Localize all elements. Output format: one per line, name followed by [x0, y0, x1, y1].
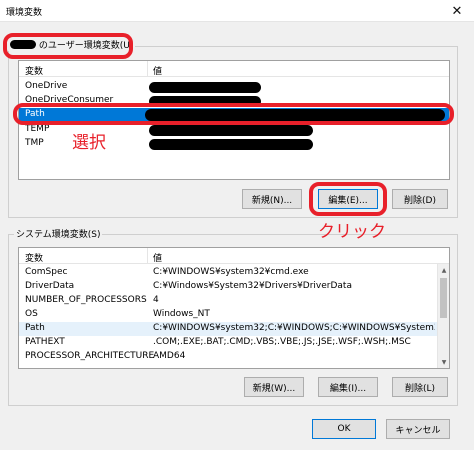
system-variables-label: システム環境変数(S): [14, 227, 103, 240]
redacted-value: [149, 82, 261, 93]
title-bar: 環境変数 ✕: [0, 0, 474, 22]
column-value[interactable]: 値: [153, 64, 162, 77]
redacted-value: [149, 125, 313, 136]
highlight-edit-button: [309, 182, 387, 216]
user-delete-button[interactable]: 削除(D): [392, 189, 448, 209]
redacted-value: [149, 139, 313, 150]
annotation-click: クリック: [318, 222, 386, 242]
ok-button[interactable]: OK: [312, 419, 376, 439]
system-row-os[interactable]: OS Windows_NT: [19, 308, 449, 322]
system-delete-button[interactable]: 削除(L): [392, 377, 448, 397]
user-new-button[interactable]: 新規(N)...: [242, 189, 302, 209]
close-icon: ✕: [451, 3, 463, 19]
system-variables-list[interactable]: 変数 値 ComSpec C:¥WINDOWS¥system32¥cmd.exe…: [18, 247, 450, 369]
column-value[interactable]: 値: [153, 251, 162, 264]
system-row-number-of-processors[interactable]: NUMBER_OF_PROCESSORS 4: [19, 294, 449, 308]
cancel-button[interactable]: キャンセル: [386, 419, 450, 439]
scroll-up-arrow-icon[interactable]: ▲: [438, 264, 449, 276]
system-row-processor-architecture[interactable]: PROCESSOR_ARCHITECTURE AMD64: [19, 350, 449, 364]
column-divider[interactable]: [147, 61, 148, 77]
system-row-driverdata[interactable]: DriverData C:¥Windows¥System32¥Drivers¥D…: [19, 280, 449, 294]
window-title: 環境変数: [6, 8, 43, 18]
user-row-onedrive[interactable]: OneDrive: [19, 80, 449, 94]
column-variable[interactable]: 変数: [25, 251, 43, 264]
close-button[interactable]: ✕: [440, 0, 474, 22]
system-list-header: 変数 値: [19, 248, 449, 264]
scroll-down-arrow-icon[interactable]: ▼: [438, 356, 449, 368]
system-row-path[interactable]: Path C:¥WINDOWS¥system32;C:¥WINDOWS;C:¥W…: [19, 322, 449, 336]
highlight-user-label: [3, 33, 133, 59]
system-row-pathext[interactable]: PATHEXT .COM;.EXE;.BAT;.CMD;.VBS;.VBE;.J…: [19, 336, 449, 350]
system-edit-button[interactable]: 編集(I)...: [318, 377, 378, 397]
scroll-thumb[interactable]: [440, 278, 447, 318]
column-divider[interactable]: [147, 248, 148, 264]
annotation-select: 選択: [72, 133, 106, 153]
user-list-header: 変数 値: [19, 61, 449, 77]
system-new-button[interactable]: 新規(W)...: [244, 377, 304, 397]
system-list-scrollbar[interactable]: ▲ ▼: [437, 264, 449, 368]
column-variable[interactable]: 変数: [25, 64, 43, 77]
system-row-comspec[interactable]: ComSpec C:¥WINDOWS¥system32¥cmd.exe: [19, 266, 449, 280]
highlight-path-row: [13, 103, 454, 125]
environment-variables-dialog: 環境変数 ✕ のユーザー環境変数(U) 変数 値 OneDrive OneDri…: [0, 0, 474, 450]
